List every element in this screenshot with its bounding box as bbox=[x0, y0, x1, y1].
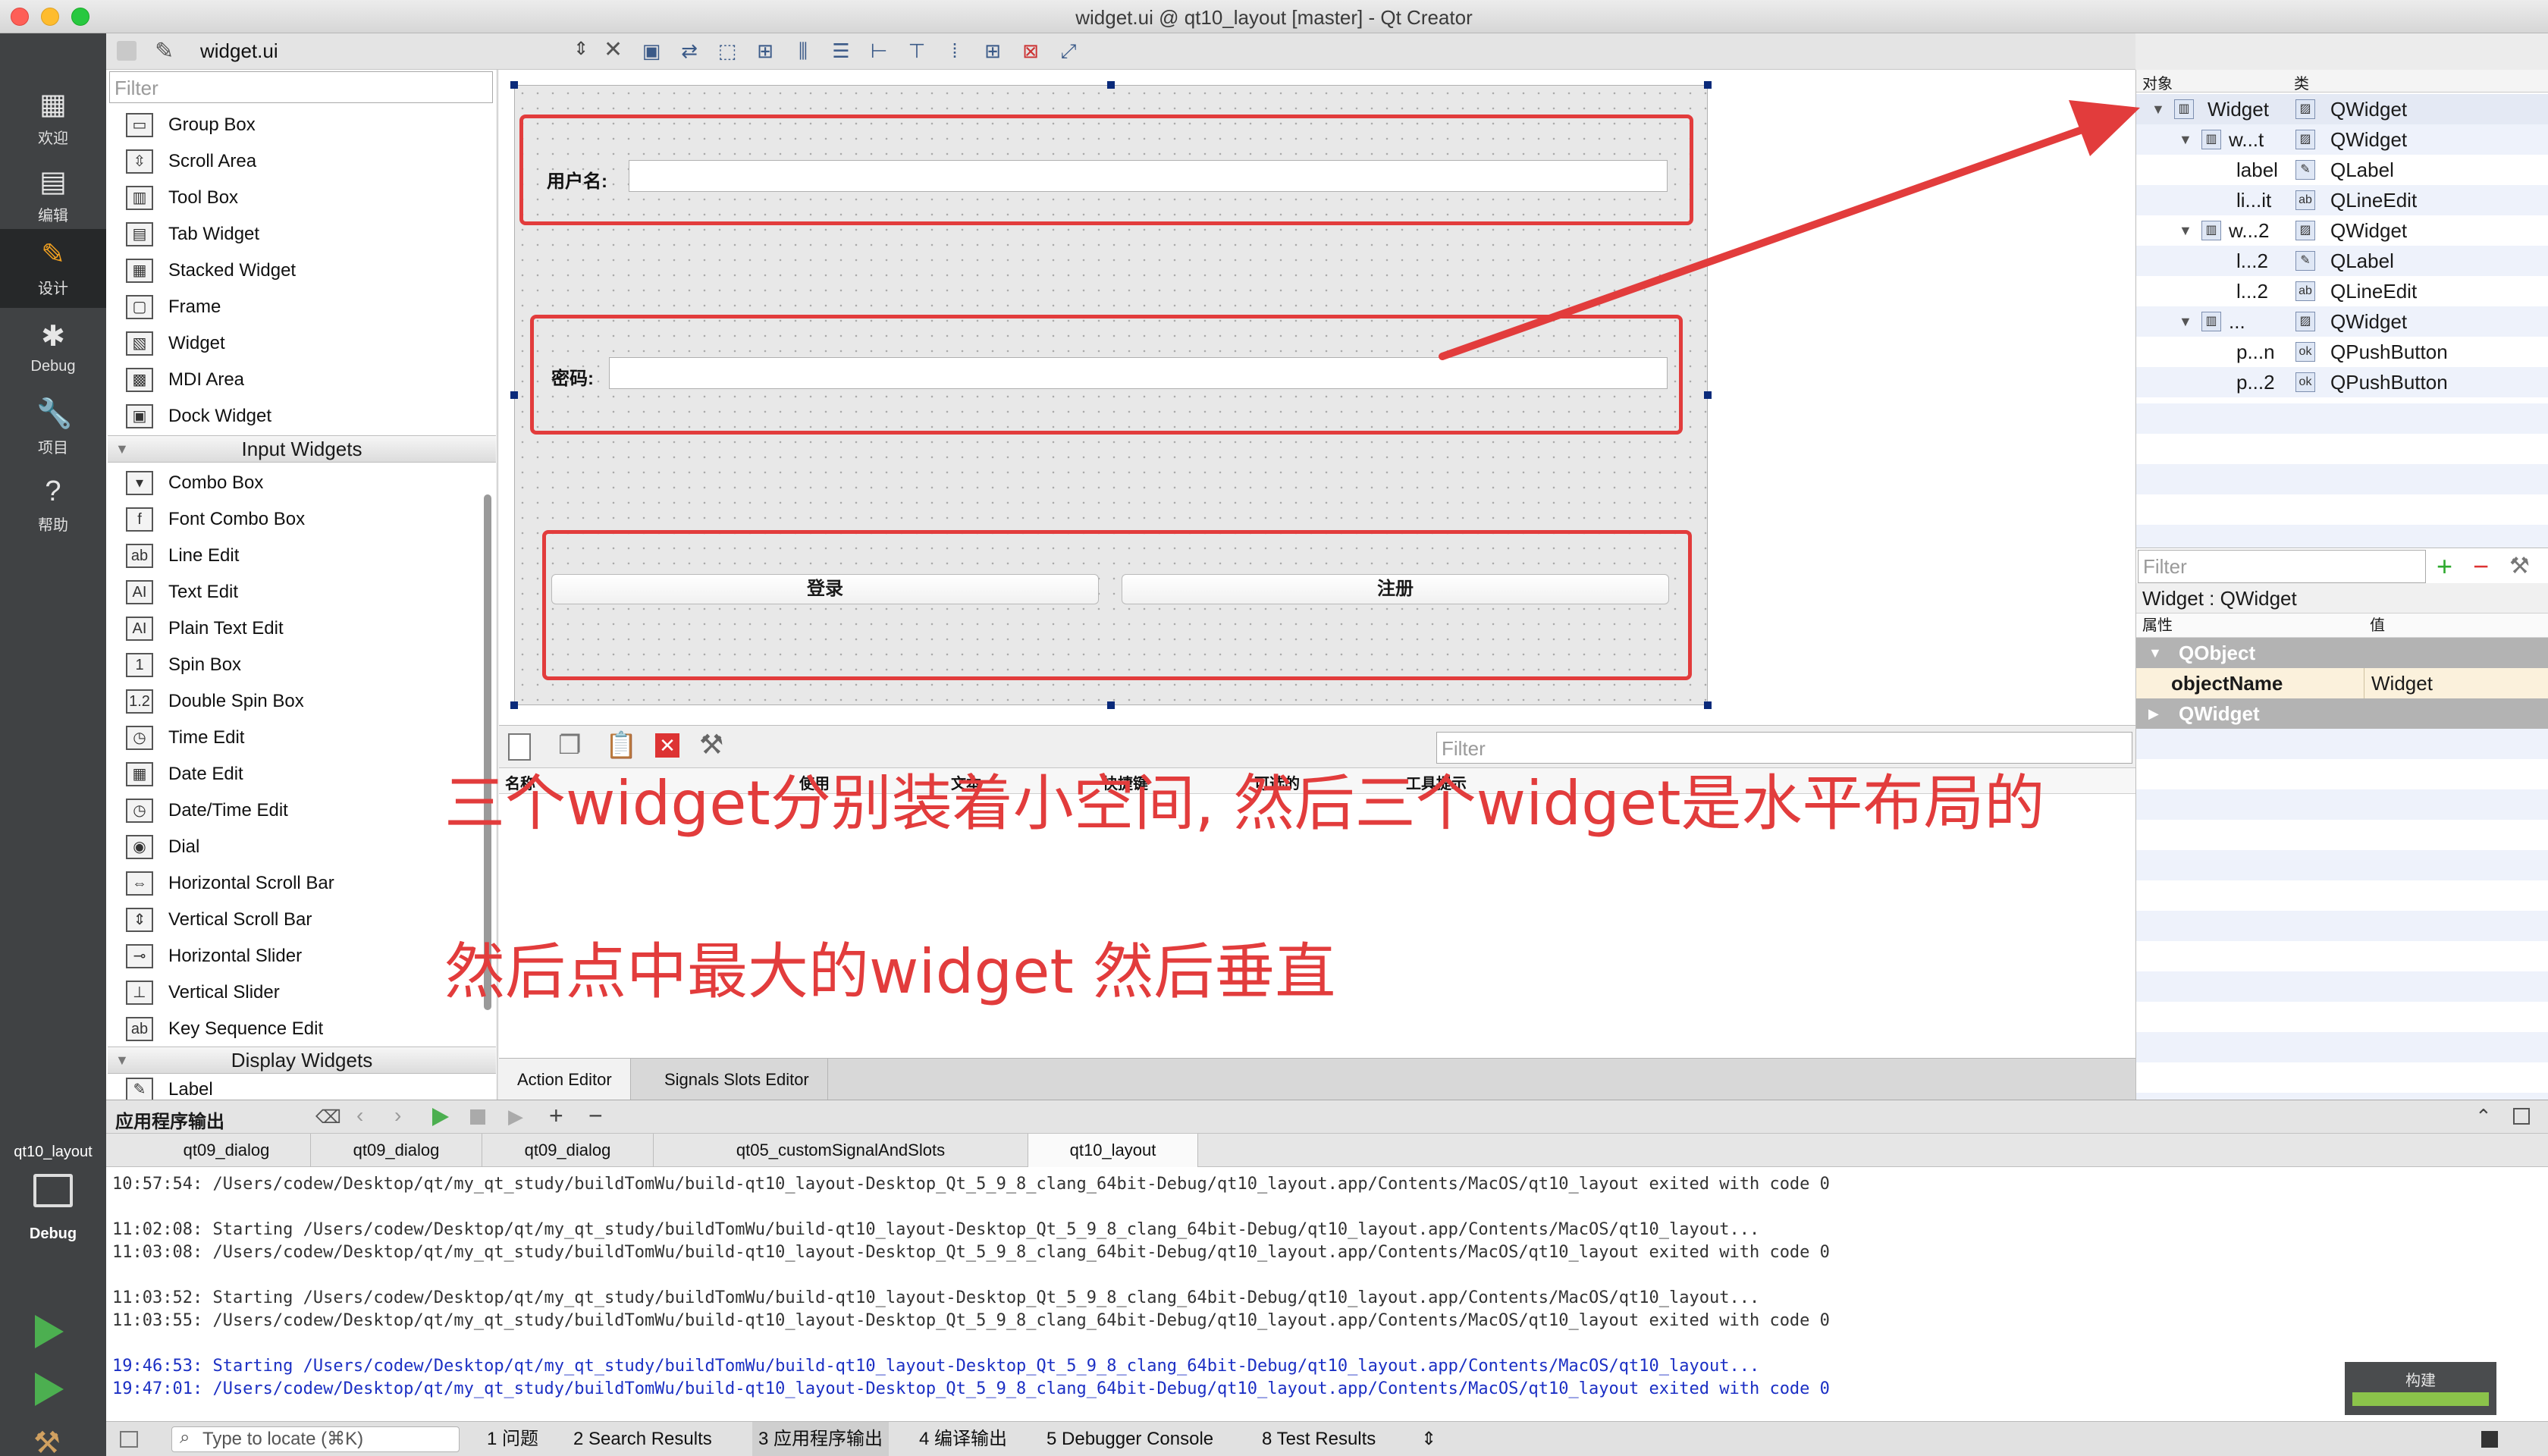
annotation-text-2: 然后点中最大的widget 然后垂直 bbox=[444, 937, 1336, 1007]
annotation-arrow bbox=[1439, 100, 2140, 360]
annotation-text-1: 三个widget分别装着小空间, 然后三个widget是水平布局的 bbox=[444, 768, 2045, 839]
